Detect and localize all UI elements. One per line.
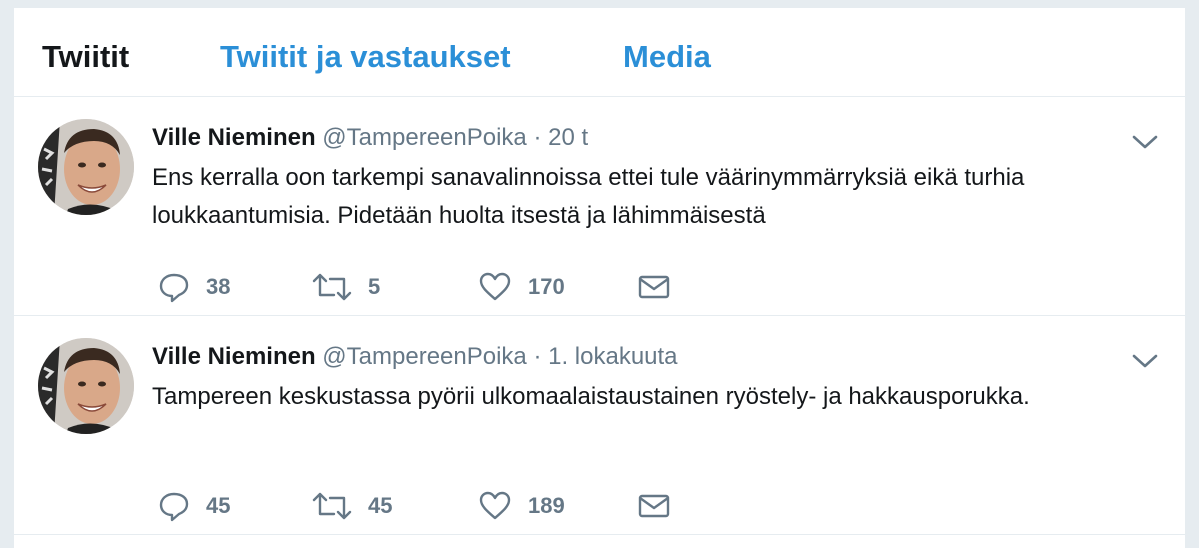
tweet[interactable]: Ville Nieminen @TampereenPoika · 1. loka…: [14, 316, 1185, 535]
separator: ·: [533, 343, 542, 370]
tweet-actions: 38 5 170: [152, 269, 852, 305]
retweet-icon: [312, 490, 352, 522]
tab-tweets[interactable]: Twiitit: [42, 39, 129, 75]
reply-icon: [158, 271, 190, 303]
timestamp[interactable]: 1. lokakuuta: [548, 343, 677, 370]
reply-count: 38: [206, 274, 231, 299]
avatar[interactable]: [38, 119, 134, 215]
like-count: 189: [528, 493, 565, 518]
direct-message-icon: [637, 273, 671, 301]
tweet-header: Ville Nieminen @TampereenPoika · 1. loka…: [152, 342, 678, 372]
reply-count: 45: [206, 493, 231, 518]
tab-media[interactable]: Media: [623, 39, 711, 75]
like-button[interactable]: 189: [478, 488, 565, 524]
like-button[interactable]: 170: [478, 269, 565, 305]
author-handle[interactable]: @TampereenPoika: [322, 343, 526, 370]
timeline-tabs: Twiitit Twiitit ja vastaukset Media: [14, 8, 1185, 97]
chevron-down-icon[interactable]: [1130, 131, 1160, 153]
direct-message-button[interactable]: [637, 488, 671, 524]
tab-tweets-and-replies[interactable]: Twiitit ja vastaukset: [220, 39, 511, 75]
tweet-actions: 45 45 189: [152, 488, 852, 524]
like-count: 170: [528, 274, 565, 299]
chevron-down-icon[interactable]: [1130, 350, 1160, 372]
reply-button[interactable]: 45: [158, 488, 230, 524]
author-name[interactable]: Ville Nieminen: [152, 124, 316, 151]
tweet[interactable]: Ville Nieminen @TampereenPoika · 20 t En…: [14, 97, 1185, 316]
avatar[interactable]: [38, 338, 134, 434]
direct-message-icon: [637, 492, 671, 520]
retweet-button[interactable]: 45: [312, 488, 392, 524]
tweet-text: Tampereen keskustassa pyörii ulkomaalais…: [152, 383, 1030, 410]
author-name[interactable]: Ville Nieminen: [152, 343, 316, 370]
like-icon: [478, 271, 512, 303]
reply-icon: [158, 490, 190, 522]
like-icon: [478, 490, 512, 522]
timestamp[interactable]: 20 t: [548, 124, 588, 151]
tweet-header: Ville Nieminen @TampereenPoika · 20 t: [152, 123, 588, 153]
reply-button[interactable]: 38: [158, 269, 230, 305]
tweet-text: Ens kerralla oon tarkempi sanavalinnoiss…: [152, 164, 1025, 229]
retweet-button[interactable]: 5: [312, 269, 380, 305]
profile-timeline: Twiitit Twiitit ja vastaukset Media Vill…: [14, 8, 1185, 548]
separator: ·: [533, 124, 542, 151]
retweet-count: 5: [368, 274, 381, 299]
retweet-icon: [312, 271, 352, 303]
author-handle[interactable]: @TampereenPoika: [322, 124, 526, 151]
retweet-count: 45: [368, 493, 393, 518]
direct-message-button[interactable]: [637, 269, 671, 305]
